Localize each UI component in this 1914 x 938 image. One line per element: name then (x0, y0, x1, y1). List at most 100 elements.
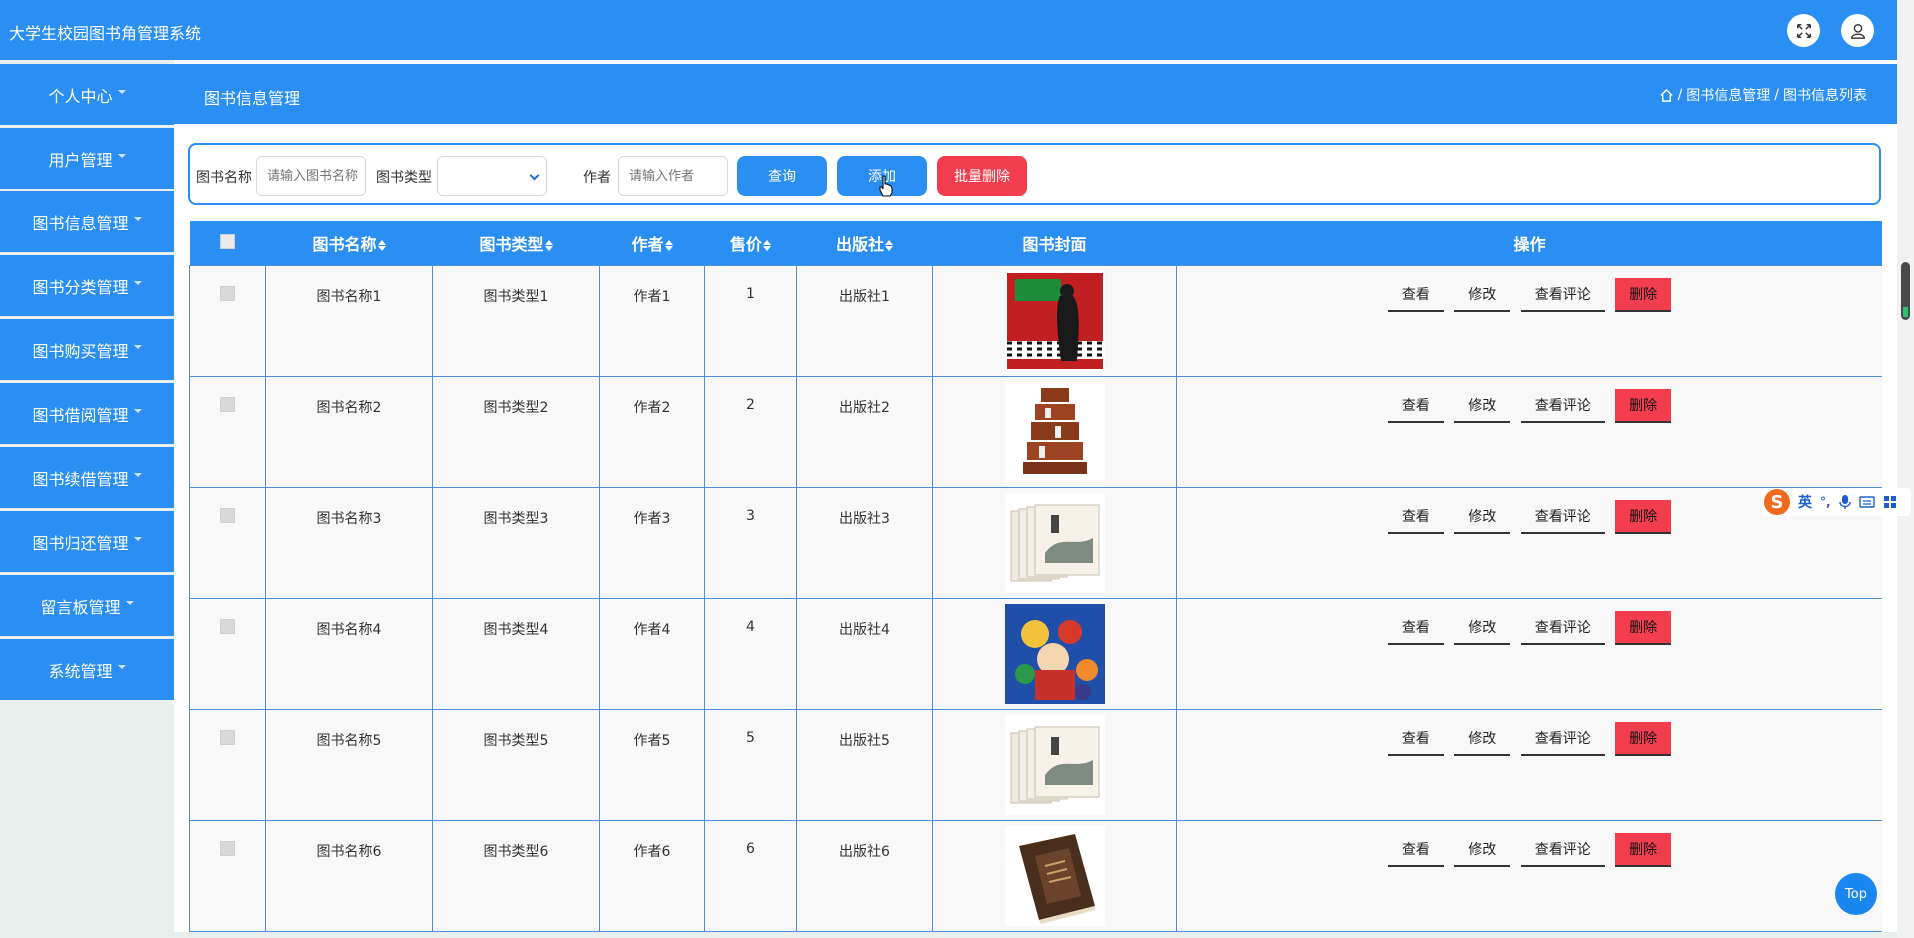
column-header-type[interactable]: 图书类型 (433, 221, 600, 265)
expand-icon (1796, 23, 1811, 38)
edit-button[interactable]: 修改 (1454, 832, 1511, 867)
keyboard-icon[interactable] (1858, 496, 1875, 508)
user-menu-button[interactable] (1841, 14, 1874, 47)
cell-price: 2 (704, 375, 797, 488)
sidebar-item-book-return[interactable]: 图书归还管理 (0, 511, 174, 572)
column-header-publisher[interactable]: 出版社 (797, 221, 933, 265)
delete-button[interactable]: 删除 (1615, 499, 1672, 534)
delete-button[interactable]: 删除 (1615, 832, 1672, 867)
home-icon[interactable] (1659, 88, 1674, 103)
view-button[interactable]: 查看 (1387, 832, 1444, 867)
edit-button[interactable]: 修改 (1454, 388, 1511, 423)
view-comments-button[interactable]: 查看评论 (1520, 832, 1605, 867)
page-header: 图书信息管理 / 图书信息管理 / 图书信息列表 (174, 64, 1897, 124)
table-row: 图书名称1 图书类型1 作者1 1 出版社1 查看 修改 查看评论 删除 (189, 264, 1882, 377)
sidebar-item-book-info[interactable]: 图书信息管理 (0, 191, 174, 252)
select-all-checkbox[interactable] (220, 234, 235, 250)
column-header-price[interactable]: 售价 (705, 221, 797, 265)
edit-button[interactable]: 修改 (1454, 610, 1511, 645)
view-button[interactable]: 查看 (1387, 721, 1444, 756)
cell-actions: 查看 修改 查看评论 删除 (1176, 708, 1882, 821)
column-header-name[interactable]: 图书名称 (266, 221, 433, 265)
row-checkbox[interactable] (220, 840, 235, 856)
breadcrumb-separator: / (1774, 87, 1779, 103)
view-button[interactable]: 查看 (1387, 388, 1444, 423)
column-header-cover: 图书封面 (1022, 234, 1087, 254)
grid-menu-icon[interactable] (1883, 495, 1897, 509)
row-select-cell (189, 708, 266, 821)
caret-down-icon (125, 600, 134, 605)
cell-author: 作者4 (599, 597, 705, 710)
caret-down-icon (117, 664, 126, 669)
delete-button[interactable]: 删除 (1615, 277, 1672, 312)
sogou-logo-icon[interactable]: S (1764, 489, 1790, 515)
cell-cover (932, 486, 1177, 599)
ime-language-toggle[interactable]: 英 (1798, 492, 1812, 512)
microphone-icon[interactable] (1838, 494, 1851, 510)
select-all-cell (190, 221, 266, 265)
fullscreen-button[interactable] (1787, 14, 1820, 47)
column-header-author[interactable]: 作者 (600, 221, 705, 265)
sidebar-item-book-renew[interactable]: 图书续借管理 (0, 447, 174, 508)
author-input[interactable] (618, 156, 728, 196)
book-cover-image (1004, 270, 1105, 371)
sidebar-item-label: 用户管理 (48, 150, 113, 170)
view-button[interactable]: 查看 (1387, 277, 1444, 312)
delete-button[interactable]: 删除 (1615, 721, 1672, 756)
cell-cover (932, 819, 1177, 932)
cell-book-name: 图书名称3 (265, 486, 433, 599)
table-row: 图书名称6 图书类型6 作者6 6 出版社6 查看 修改 查看评论 删除 (189, 819, 1882, 932)
sidebar-item-system[interactable]: 系统管理 (0, 639, 174, 700)
view-comments-button[interactable]: 查看评论 (1520, 610, 1605, 645)
book-type-select[interactable] (437, 156, 547, 196)
hand-cursor-icon (879, 175, 893, 197)
cell-actions: 查看 修改 查看评论 删除 (1176, 819, 1882, 932)
row-checkbox[interactable] (220, 396, 235, 412)
view-comments-button[interactable]: 查看评论 (1520, 277, 1605, 312)
sidebar-item-users[interactable]: 用户管理 (0, 128, 174, 189)
view-comments-button[interactable]: 查看评论 (1520, 721, 1605, 756)
page-title: 图书信息管理 (204, 89, 301, 108)
row-select-cell (189, 375, 266, 488)
batch-delete-button[interactable]: 批量删除 (937, 156, 1027, 196)
cell-author: 作者6 (599, 819, 705, 932)
punctuation-icon[interactable]: °, (1820, 495, 1831, 509)
cell-actions: 查看 修改 查看评论 删除 (1176, 597, 1882, 710)
view-comments-button[interactable]: 查看评论 (1520, 499, 1605, 534)
cell-book-type: 图书类型4 (432, 597, 600, 710)
book-name-input[interactable] (256, 156, 366, 196)
sidebar-item-book-category[interactable]: 图书分类管理 (0, 255, 174, 316)
sort-icon (544, 239, 553, 251)
sidebar-item-book-borrow[interactable]: 图书借阅管理 (0, 383, 174, 444)
cell-cover (932, 264, 1177, 377)
search-button[interactable]: 查询 (737, 156, 827, 196)
row-select-cell (189, 819, 266, 932)
sidebar-item-personal[interactable]: 个人中心 (0, 64, 174, 125)
vertical-scrollbar[interactable] (1897, 0, 1914, 938)
table-row: 图书名称5 图书类型5 作者5 5 出版社5 查看 修改 查看评论 删除 (189, 708, 1882, 821)
row-select-cell (189, 597, 266, 710)
back-to-top-button[interactable]: Top (1835, 873, 1877, 915)
cell-book-name: 图书名称1 (265, 264, 433, 377)
view-button[interactable]: 查看 (1387, 499, 1444, 534)
cell-publisher: 出版社6 (796, 819, 933, 932)
delete-button[interactable]: 删除 (1615, 610, 1672, 645)
sidebar-item-message-board[interactable]: 留言板管理 (0, 575, 174, 636)
view-comments-button[interactable]: 查看评论 (1520, 388, 1605, 423)
top-bar: 大学生校园图书角管理系统 (0, 0, 1897, 60)
cell-price: 4 (704, 597, 797, 710)
row-checkbox[interactable] (220, 729, 235, 745)
row-checkbox[interactable] (220, 285, 235, 301)
breadcrumb-item[interactable]: 图书信息管理 (1686, 85, 1770, 105)
sidebar-item-book-purchase[interactable]: 图书购买管理 (0, 319, 174, 380)
edit-button[interactable]: 修改 (1454, 721, 1511, 756)
book-cover-image (1004, 492, 1105, 593)
view-button[interactable]: 查看 (1387, 610, 1444, 645)
sort-icon (664, 239, 673, 251)
row-checkbox[interactable] (220, 618, 235, 634)
scrollbar-thumb[interactable] (1901, 262, 1910, 320)
delete-button[interactable]: 删除 (1615, 388, 1672, 423)
edit-button[interactable]: 修改 (1454, 277, 1511, 312)
edit-button[interactable]: 修改 (1454, 499, 1511, 534)
row-checkbox[interactable] (220, 507, 235, 523)
